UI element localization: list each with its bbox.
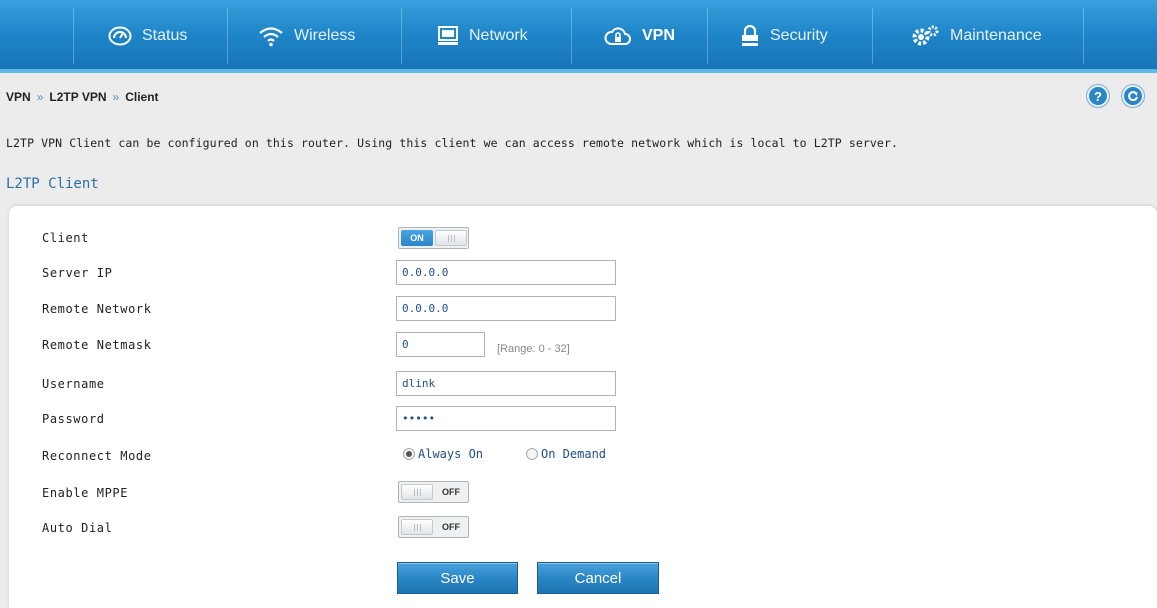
refresh-button[interactable] [1122, 85, 1144, 107]
password-input[interactable]: ••••• [396, 406, 616, 431]
nav-label-maintenance: Maintenance [950, 27, 1042, 44]
nav-item-status[interactable]: Status [108, 14, 187, 58]
monitor-icon [438, 26, 458, 45]
auto-dial-toggle-state: OFF [442, 522, 460, 532]
nav-item-network[interactable]: Network [437, 14, 528, 58]
nav-label-vpn: VPN [642, 27, 675, 44]
nav-separator [401, 8, 402, 64]
nav-item-vpn[interactable]: VPN [604, 14, 675, 58]
wifi-icon [259, 27, 283, 47]
nav-item-security[interactable]: Security [740, 14, 828, 58]
username-input[interactable]: dlink [396, 371, 616, 396]
refresh-icon [1128, 91, 1138, 102]
remote-netmask-label: Remote Netmask [42, 338, 152, 352]
breadcrumb: VPN » L2TP VPN » Client [6, 90, 159, 104]
breadcrumb-separator: » [112, 90, 120, 104]
remote-network-label: Remote Network [42, 302, 152, 316]
gears-icon [912, 25, 939, 46]
nav-separator [872, 8, 873, 64]
auto-dial-toggle[interactable]: OFF [398, 516, 469, 538]
save-button[interactable]: Save [397, 562, 518, 594]
server-ip-label: Server IP [42, 266, 113, 280]
nav-separator [1083, 8, 1084, 64]
reconnect-mode-label: Reconnect Mode [42, 449, 152, 463]
nav-label-status: Status [142, 27, 188, 44]
cancel-button[interactable]: Cancel [537, 562, 659, 594]
nav-item-maintenance[interactable]: Maintenance [910, 14, 1042, 58]
breadcrumb-separator: » [36, 90, 44, 104]
remote-netmask-input[interactable]: 0 [396, 332, 485, 357]
help-button[interactable]: ? [1087, 85, 1109, 107]
enable-mppe-label: Enable MPPE [42, 486, 129, 500]
breadcrumb-l2tp-vpn[interactable]: L2TP VPN [49, 90, 106, 104]
nav-label-wireless: Wireless [294, 27, 356, 44]
cloud-lock-icon [604, 27, 631, 45]
server-ip-input[interactable]: 0.0.0.0 [396, 260, 616, 285]
breadcrumb-client: Client [125, 90, 159, 104]
client-label: Client [42, 231, 89, 245]
dashboard-gauge-icon [108, 26, 132, 46]
password-label: Password [42, 412, 105, 426]
radio-on-demand[interactable]: On Demand [526, 447, 606, 461]
radio-label-on-demand: On Demand [541, 447, 607, 461]
breadcrumb-vpn[interactable]: VPN [6, 90, 31, 104]
breadcrumb-bar: VPN » L2TP VPN » Client [0, 73, 1157, 119]
remote-network-input[interactable]: 0.0.0.0 [396, 296, 616, 321]
top-navigation-bar: Status Wireless Network VPN Security Mai… [0, 0, 1157, 73]
toggle-knob [401, 519, 433, 535]
toggle-knob [435, 230, 467, 246]
enable-mppe-toggle[interactable]: OFF [398, 481, 469, 503]
radio-button-selected[interactable] [403, 448, 415, 460]
radio-label-always-on: Always On [418, 447, 484, 461]
nav-separator [73, 8, 74, 64]
nav-separator [227, 8, 228, 64]
section-title: L2TP Client [6, 176, 99, 192]
lock-icon [742, 25, 758, 46]
page-description: L2TP VPN Client can be configured on thi… [6, 136, 898, 150]
nav-label-security: Security [770, 27, 828, 44]
username-label: Username [42, 377, 105, 391]
nav-item-wireless[interactable]: Wireless [258, 14, 355, 58]
radio-always-on[interactable]: Always On [403, 447, 483, 461]
enable-mppe-toggle-state: OFF [442, 487, 460, 497]
toggle-knob [401, 484, 433, 500]
help-icon: ? [1094, 88, 1102, 104]
nav-separator [707, 8, 708, 64]
client-toggle[interactable]: ON [398, 227, 469, 249]
nav-separator [571, 8, 572, 64]
client-toggle-state: ON [401, 230, 433, 246]
netmask-range-hint: [Range: 0 - 32] [497, 343, 570, 355]
auto-dial-label: Auto Dial [42, 521, 113, 535]
nav-label-network: Network [469, 27, 528, 44]
radio-button[interactable] [526, 448, 538, 460]
